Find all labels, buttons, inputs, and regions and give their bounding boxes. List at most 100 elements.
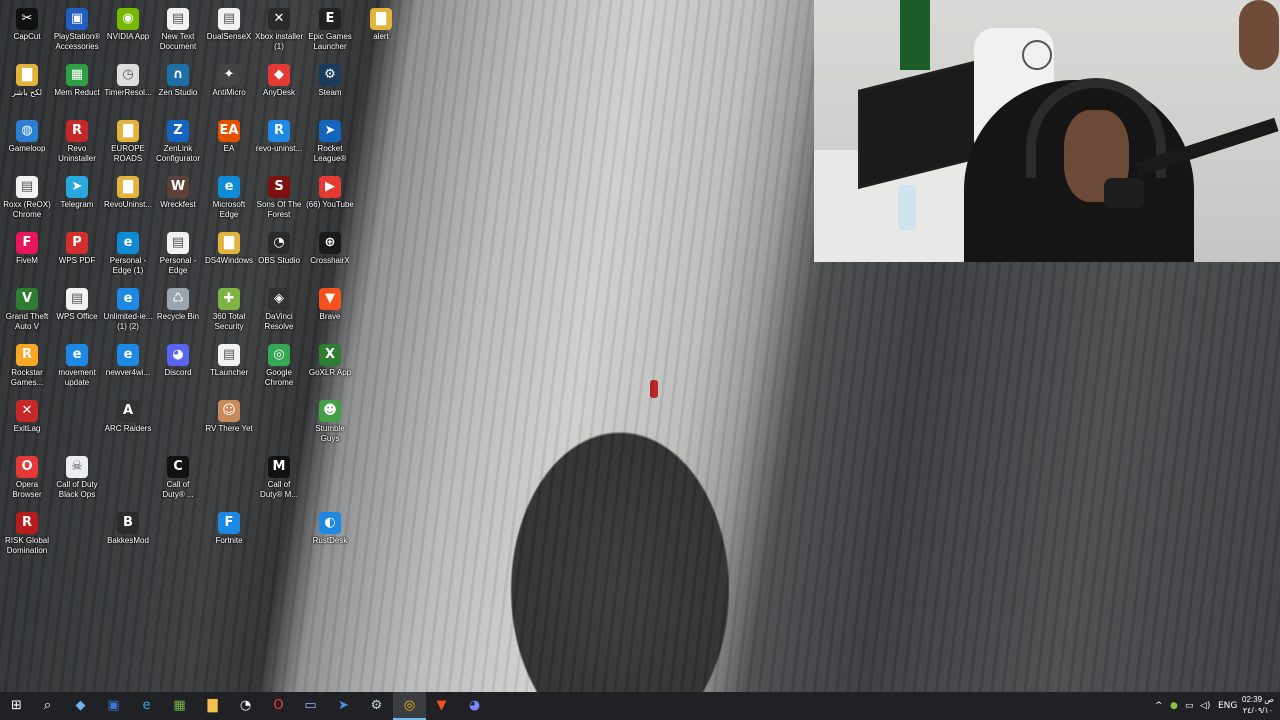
tray-app-icon[interactable]: ● xyxy=(1170,692,1178,720)
desktop-icon[interactable]: ▤ New Text Document xyxy=(151,2,205,56)
desktop-icon[interactable]: ☺ RV There Yet xyxy=(202,394,256,448)
desktop-icon[interactable]: ◎ Google Chrome xyxy=(252,338,306,392)
desktop-icon[interactable]: ✕ Xbox installer (1) xyxy=(252,2,306,56)
zenlink-icon: Z xyxy=(167,120,189,142)
desktop-icon[interactable]: ◔ OBS Studio xyxy=(252,226,306,280)
opera-button[interactable]: O xyxy=(262,692,295,720)
desktop-icon[interactable]: Z ZenLink Configurator xyxy=(151,114,205,168)
terminal-button[interactable]: ▭ xyxy=(294,692,327,720)
desktop-icon[interactable]: F Fortnite xyxy=(202,506,256,560)
desktop-icon[interactable]: ▤ Roxx (ReOX) Chrome xyxy=(0,170,54,224)
desktop-icon[interactable]: R Rockstar Games... xyxy=(0,338,54,392)
desktop-icon[interactable]: e Personal - Edge (1) xyxy=(101,226,155,280)
desktop-icon[interactable]: ▇ alert xyxy=(354,2,408,56)
obs-button[interactable]: ◔ xyxy=(229,692,262,720)
desktop-icon[interactable]: ✕ ExitLag xyxy=(0,394,54,448)
desktop-icon-label: Telegram xyxy=(60,200,94,209)
desktop-icon[interactable]: ⊕ CrosshairX xyxy=(303,226,357,280)
store-button[interactable]: ▣ xyxy=(97,692,130,720)
desktop-icon[interactable]: ∩ Zen Studio xyxy=(151,58,205,112)
desktop-icon-label: NVIDIA App xyxy=(106,32,150,41)
discord-button[interactable]: ◕ xyxy=(458,692,491,720)
steam-icon: ⚙ xyxy=(319,64,341,86)
desktop-icon[interactable]: ▤ DualSenseX xyxy=(202,2,256,56)
skull-icon: ☠ xyxy=(66,456,88,478)
desktop-icon-label: Rockstar Games... xyxy=(10,368,44,387)
desktop-icon[interactable]: ▇ لكح باشر xyxy=(0,58,54,112)
desktop-icon[interactable]: ▤ WPS Office xyxy=(50,282,104,336)
desktop-icon[interactable]: ✚ 360 Total Security xyxy=(202,282,256,336)
desktop-icon[interactable]: e Microsoft Edge xyxy=(202,170,256,224)
desktop-icon[interactable]: EA EA xyxy=(202,114,256,168)
call-of-duty-icon: C xyxy=(167,456,189,478)
desktop-icon[interactable]: X GoXLR App xyxy=(303,338,357,392)
desktop-icon[interactable]: ▤ Personal - Edge xyxy=(151,226,205,280)
desktop-icon-label: alert xyxy=(373,32,389,41)
desktop-icon[interactable]: ♺ Recycle Bin xyxy=(151,282,205,336)
desktop-icon[interactable]: ☠ Call of Duty Black Ops xyxy=(50,450,104,504)
tray-volume-icon[interactable]: ◁) xyxy=(1200,692,1210,720)
desktop-icon[interactable]: ▇ EUROPE ROADS xyxy=(101,114,155,168)
search-button[interactable]: ⌕ xyxy=(31,692,64,720)
desktop-icon[interactable]: ▤ TLauncher xyxy=(202,338,256,392)
desktop-icon-label: PlayStation® Accessories xyxy=(53,32,101,51)
desktop-icon[interactable]: ✦ AntiMicro xyxy=(202,58,256,112)
tray-overflow-chevron[interactable]: ^ xyxy=(1155,692,1163,720)
desktop-icon[interactable]: ➤ Telegram xyxy=(50,170,104,224)
desktop-icon[interactable]: R RISK Global Domination xyxy=(0,506,54,560)
desktop-icon[interactable]: ◍ Gameloop xyxy=(0,114,54,168)
steam-button[interactable]: ⚙ xyxy=(360,692,393,720)
brave-button[interactable]: ▼ xyxy=(425,692,458,720)
capcut-icon: ✂ xyxy=(16,8,38,30)
desktop-icon[interactable]: C Call of Duty® ... xyxy=(151,450,205,504)
brave-icon: ▼ xyxy=(319,288,341,310)
desktop-icon[interactable]: ◕ Discord xyxy=(151,338,205,392)
gameloop-icon: ◍ xyxy=(16,120,38,142)
desktop-icon[interactable]: O Opera Browser xyxy=(0,450,54,504)
desktop-icon-label: CapCut xyxy=(13,32,41,41)
desktop-icon[interactable]: ◉ NVIDIA App xyxy=(101,2,155,56)
desktop-icon[interactable]: e newver4wi... xyxy=(101,338,155,392)
desktop-icon[interactable]: ▶ (66) YouTube xyxy=(303,170,357,224)
desktop-icon[interactable]: S Sons Of The Forest xyxy=(252,170,306,224)
tray-network-icon[interactable]: ▭ xyxy=(1185,692,1194,720)
desktop-icon[interactable]: B BakkesMod xyxy=(101,506,155,560)
chrome-button[interactable]: ◎ xyxy=(393,692,426,720)
calculator-button[interactable]: ▦ xyxy=(163,692,196,720)
desktop-icon[interactable]: W Wreckfest xyxy=(151,170,205,224)
desktop-icon[interactable]: ◈ DaVinci Resolve xyxy=(252,282,306,336)
desktop-icon[interactable]: ⚙ Steam xyxy=(303,58,357,112)
tray-language-indicator[interactable]: ENG xyxy=(1218,692,1237,720)
desktop-icon[interactable]: F FiveM xyxy=(0,226,54,280)
desktop-icon[interactable]: P WPS PDF xyxy=(50,226,104,280)
installer-icon: R xyxy=(268,120,290,142)
desktop-icon[interactable]: e movement update xyxy=(50,338,104,392)
desktop-icon[interactable]: R Revo Uninstaller xyxy=(50,114,104,168)
edge-button[interactable]: e xyxy=(130,692,163,720)
tray-clock[interactable]: 02:39 ص ٢٤/٠٩/١٠ xyxy=(1238,694,1278,718)
desktop-icon[interactable]: ◆ AnyDesk xyxy=(252,58,306,112)
desktop-icon[interactable]: e Unlimited-ie... (1) (2) xyxy=(101,282,155,336)
desktop-icon[interactable]: ▣ PlayStation® Accessories xyxy=(50,2,104,56)
desktop-icon[interactable]: A ARC Raiders xyxy=(101,394,155,448)
desktop-icon[interactable]: M Call of Duty® M... xyxy=(252,450,306,504)
desktop-icon-label: Gameloop xyxy=(8,144,46,153)
desktop-icon[interactable]: ☻ Stumble Guys xyxy=(303,394,357,448)
desktop-icon[interactable]: ▇ RevoUninst... xyxy=(101,170,155,224)
rockstar-icon: R xyxy=(16,344,38,366)
start-button[interactable]: ⊞ xyxy=(0,692,33,720)
desktop-icon[interactable]: ◐ RustDesk xyxy=(303,506,357,560)
desktop-icon[interactable]: ◷ TimerResol... xyxy=(101,58,155,112)
desktop-icon[interactable]: ▇ DS4Windows xyxy=(202,226,256,280)
rocket-league-button[interactable]: ➤ xyxy=(327,692,360,720)
copilot-button[interactable]: ◆ xyxy=(64,692,97,720)
file-explorer-button[interactable]: ▇ xyxy=(196,692,229,720)
desktop-icon[interactable]: ✂ CapCut xyxy=(0,2,54,56)
desktop-icon[interactable]: V Grand Theft Auto V xyxy=(0,282,54,336)
desktop-icon[interactable]: E Epic Games Launcher xyxy=(303,2,357,56)
desktop-icon[interactable]: Rrevo-uninst... xyxy=(252,114,306,168)
desktop-icon[interactable]: ▦ Mem Reduct xyxy=(50,58,104,112)
desktop-icon[interactable]: ➤ Rocket League® xyxy=(303,114,357,168)
desktop-icon[interactable]: ▼ Brave xyxy=(303,282,357,336)
desktop-icon-label: Google Chrome xyxy=(264,368,294,387)
